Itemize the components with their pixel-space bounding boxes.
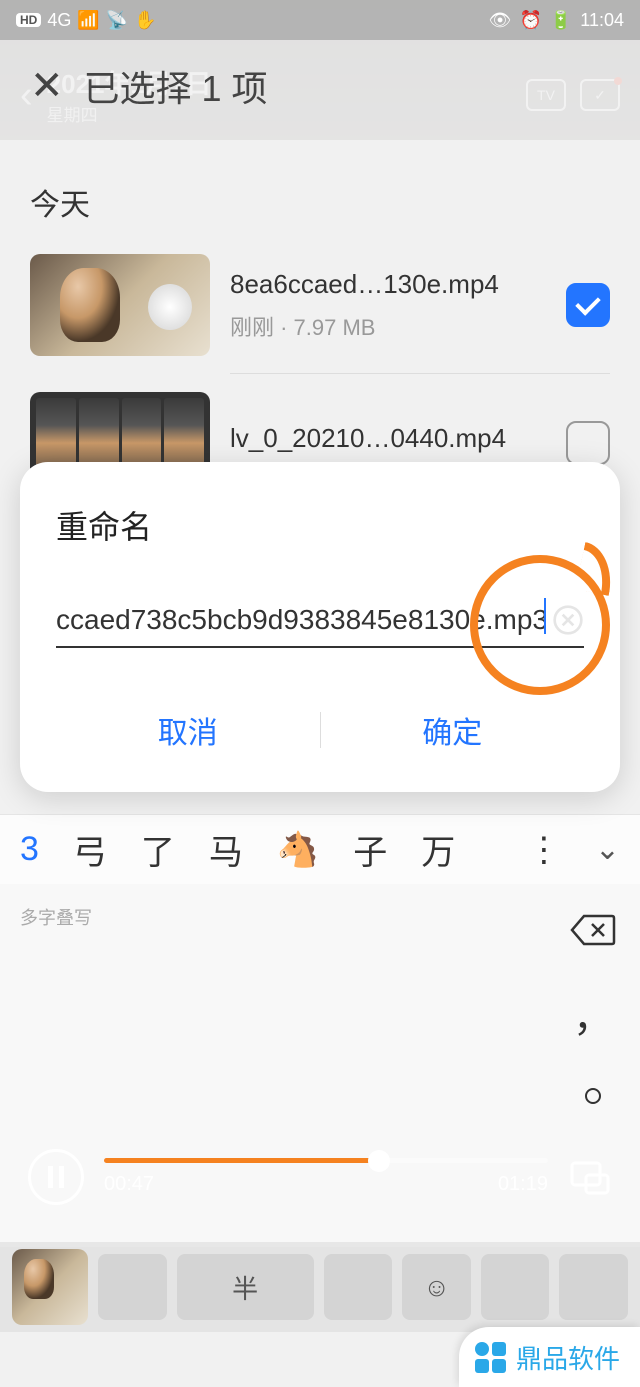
status-bar: HD 4G 📶 📡 ✋ 👁 ⏰ 🔋 11:04 bbox=[0, 0, 640, 40]
checkbox-checked[interactable] bbox=[566, 283, 610, 327]
checkbox-unchecked[interactable] bbox=[566, 421, 610, 465]
hd-badge-icon: HD bbox=[16, 13, 41, 27]
video-thumbnail bbox=[30, 254, 210, 356]
section-title: 今天 bbox=[30, 180, 610, 224]
ime-candidate[interactable]: 了 bbox=[141, 825, 175, 874]
selection-header: ✕ 已选择 1 项 bbox=[0, 60, 640, 112]
chevron-down-icon[interactable]: ⌄ bbox=[595, 832, 620, 867]
brand-logo-icon bbox=[475, 1342, 506, 1373]
rename-input[interactable] bbox=[56, 598, 584, 648]
mini-thumbnail[interactable] bbox=[12, 1249, 88, 1325]
backspace-icon[interactable] bbox=[570, 912, 616, 948]
keyboard-key[interactable] bbox=[481, 1254, 550, 1320]
duration-time: 01:19 bbox=[498, 1173, 548, 1196]
ime-more[interactable]: ⋮ bbox=[489, 830, 561, 870]
pause-button[interactable] bbox=[28, 1149, 84, 1205]
confirm-button[interactable]: 确定 bbox=[321, 688, 585, 772]
text-cursor bbox=[544, 598, 546, 634]
selection-title: 已选择 1 项 bbox=[84, 60, 268, 112]
file-item[interactable]: 8ea6ccaed…130e.mp4 刚刚 · 7.97 MB bbox=[30, 254, 610, 374]
dialog-title: 重命名 bbox=[56, 502, 584, 548]
ime-hint: 多字叠写 bbox=[20, 904, 620, 930]
keyboard-key[interactable]: 半 bbox=[177, 1254, 314, 1320]
signal-icon: 📶 bbox=[77, 10, 99, 31]
brand-text: 鼎品软件 bbox=[516, 1339, 620, 1376]
file-name: lv_0_20210…0440.mp4 bbox=[230, 423, 546, 454]
keyboard-key[interactable] bbox=[559, 1254, 628, 1320]
ime-candidate-bar: 3 弓 了 马 🐴 子 万 ⋮ ⌄ bbox=[0, 814, 640, 884]
comma-key[interactable]: ， bbox=[573, 998, 613, 1038]
clear-icon[interactable] bbox=[552, 604, 584, 636]
ime-candidate[interactable]: 弓 bbox=[73, 825, 107, 874]
rename-dialog: 重命名 取消 确定 bbox=[20, 462, 620, 792]
keyboard-key[interactable] bbox=[98, 1254, 167, 1320]
eye-icon: 👁 bbox=[489, 10, 512, 31]
cancel-button[interactable]: 取消 bbox=[56, 688, 320, 772]
current-time: 00:47 bbox=[104, 1173, 154, 1196]
ime-candidate[interactable]: 马 bbox=[209, 825, 243, 874]
player-controls: 00:47 01:19 bbox=[0, 1107, 640, 1247]
brand-watermark: 鼎品软件 bbox=[459, 1327, 640, 1387]
network-icon: 4G bbox=[47, 10, 71, 31]
close-icon[interactable]: ✕ bbox=[30, 63, 64, 109]
keyboard-key[interactable] bbox=[324, 1254, 393, 1320]
battery-icon: 🔋 bbox=[550, 10, 572, 31]
keyboard-bottom-row: 半 ☺ bbox=[0, 1242, 640, 1332]
emoji-key-icon[interactable]: ☺ bbox=[402, 1254, 471, 1320]
ime-candidate[interactable]: 3 bbox=[20, 830, 39, 869]
wifi-icon: 📡 bbox=[106, 10, 128, 31]
alarm-icon: ⏰ bbox=[519, 10, 541, 31]
clock-text: 11:04 bbox=[580, 10, 624, 31]
ime-candidate[interactable]: 🐴 bbox=[277, 830, 319, 870]
file-meta: 刚刚 · 7.97 MB bbox=[230, 310, 546, 342]
file-name: 8ea6ccaed…130e.mp4 bbox=[230, 269, 546, 300]
pip-icon[interactable] bbox=[568, 1155, 612, 1199]
ime-candidate[interactable]: 万 bbox=[421, 825, 455, 874]
hand-icon: ✋ bbox=[134, 10, 156, 31]
progress-bar[interactable] bbox=[104, 1158, 548, 1163]
ime-candidate[interactable]: 子 bbox=[353, 825, 387, 874]
period-key[interactable] bbox=[585, 1088, 601, 1104]
